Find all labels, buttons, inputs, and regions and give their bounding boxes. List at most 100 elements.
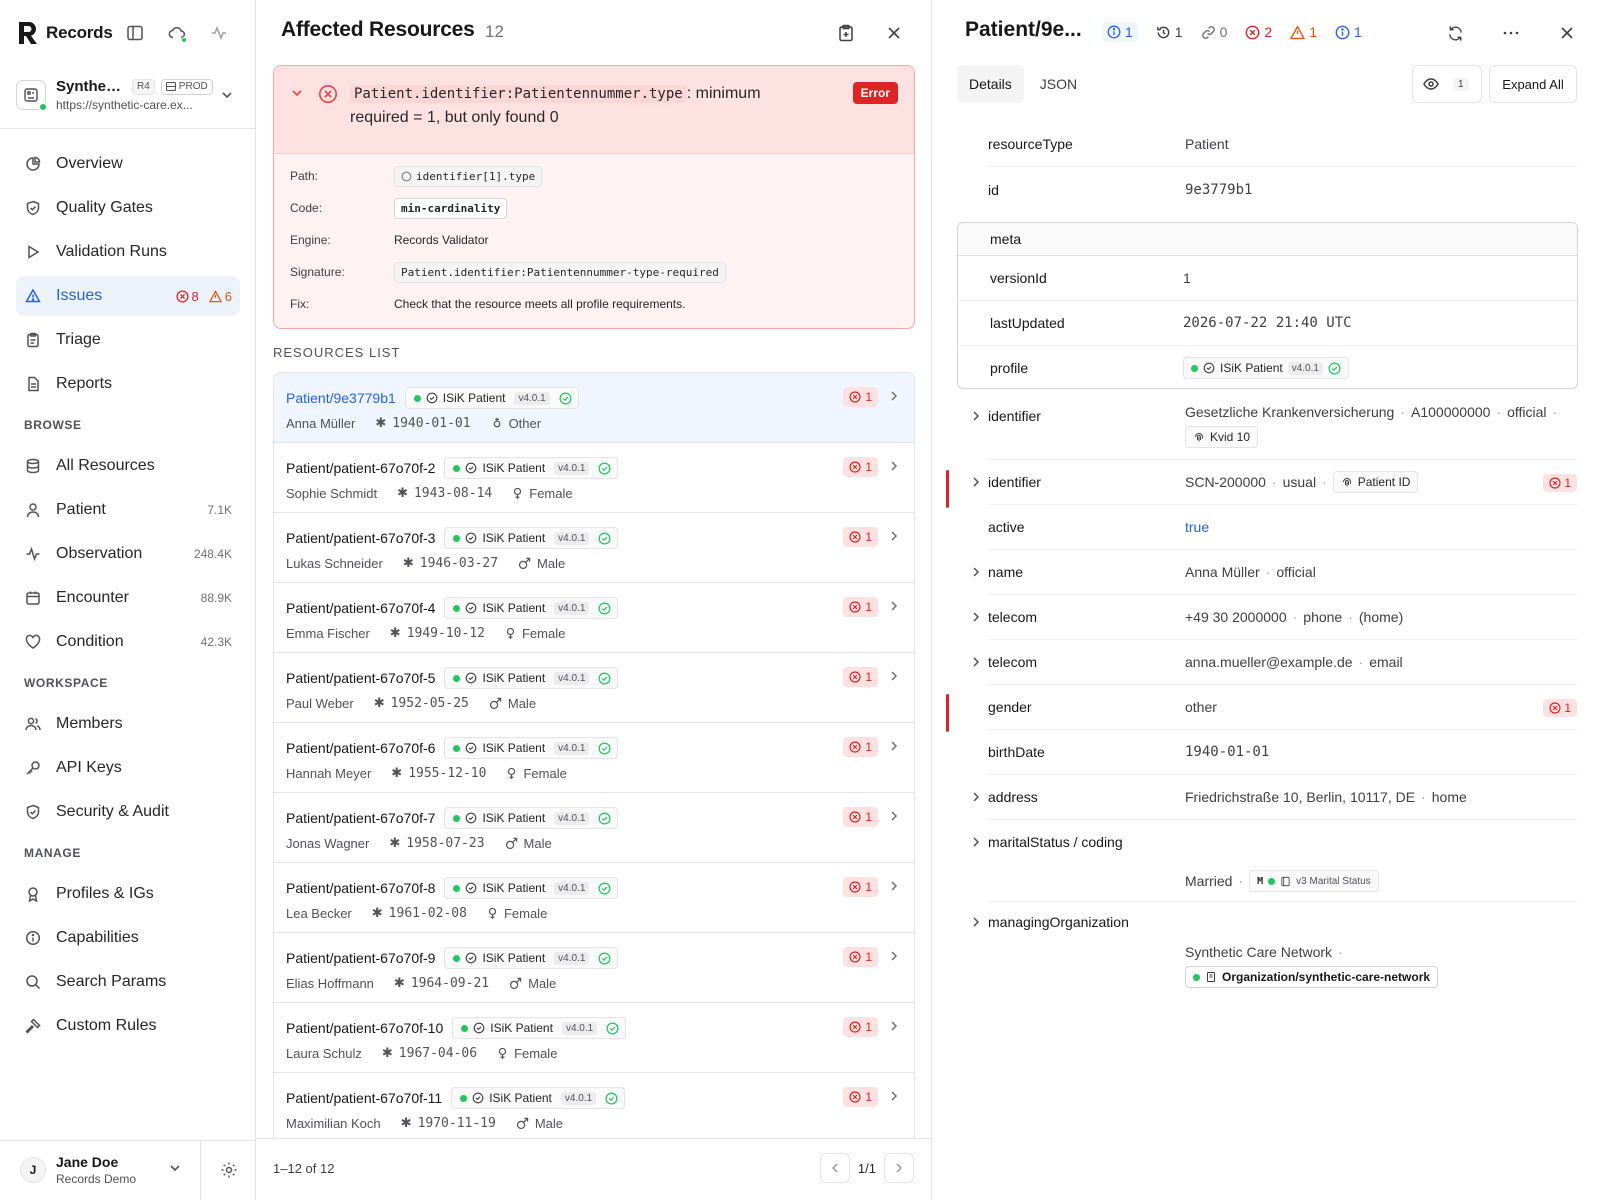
profile-chip[interactable]: ISiK Patient v4.0.1 [451,1087,626,1109]
resource-id[interactable]: Patient/patient-67o70f-4 ISiK Patient v4.0… [286,597,619,619]
error-count[interactable]: 2 [1245,24,1272,40]
nav-members[interactable]: Members [16,704,240,744]
profile-chip[interactable]: ISiK Patient v4.0.1 [444,527,619,549]
resource-id[interactable]: Patient/patient-67o70f-3 ISiK Patient v4.0… [286,527,619,549]
resource-id[interactable]: Patient/patient-67o70f-5 ISiK Patient v4.0… [286,667,619,689]
resource-id[interactable]: Patient/patient-67o70f-7 ISiK Patient v4.0… [286,807,619,829]
row-error-badge[interactable]: 1 [843,1017,878,1037]
chevron-down-icon[interactable] [168,1161,182,1175]
row-error-badge[interactable]: 1 [843,737,878,757]
copy-clipboard-icon[interactable] [833,20,859,46]
row-error-badge[interactable]: 1 [843,387,878,407]
resource-id[interactable]: Patient/patient-67o70f-11 ISiK Patient v4.… [286,1087,626,1109]
prev-page-button[interactable] [819,1153,850,1183]
profile-chip[interactable]: ISiK Patient v4.0.1 [444,807,619,829]
resource-row[interactable]: Patient/patient-67o70f-6 ISiK Patient v4.0… [274,723,914,793]
expand-all-button[interactable]: Expand All [1489,65,1577,103]
profile-chip[interactable]: ISiK Patient v4.0.1 [444,737,619,759]
resource-row[interactable]: Patient/patient-67o70f-11 ISiK Patient v4.… [274,1073,914,1138]
resource-row[interactable]: Patient/9e3779b1 ISiK Patient v4.0.1 Anna M… [274,373,914,443]
profile-chip[interactable]: ISiK Patient v4.0.1 [444,947,619,969]
chevron-right-icon[interactable] [888,390,900,402]
resource-row[interactable]: Patient/patient-67o70f-3 ISiK Patient v4.0… [274,513,914,583]
resource-row[interactable]: Patient/patient-67o70f-7 ISiK Patient v4.0… [274,793,914,863]
nav-overview[interactable]: Overview [16,144,240,184]
nav-triage[interactable]: Triage [16,320,240,360]
nav-custom-rules[interactable]: Custom Rules [16,1006,240,1046]
row-error-badge[interactable]: 1 [843,807,878,827]
resource-row[interactable]: Patient/patient-67o70f-9 ISiK Patient v4.0… [274,933,914,1003]
resource-row[interactable]: Patient/patient-67o70f-4 ISiK Patient v4.0… [274,583,914,653]
resource-id[interactable]: Patient/patient-67o70f-10 ISiK Patient v4.… [286,1017,627,1039]
resource-id[interactable]: Patient/patient-67o70f-6 ISiK Patient v4.0… [286,737,619,759]
resource-row[interactable]: Patient/patient-67o70f-5 ISiK Patient v4.0… [274,653,914,723]
field-identifier-2[interactable]: identifier SCN-200000 · usual · Patient ID 1 [946,460,1577,508]
next-page-button[interactable] [884,1153,914,1183]
field-marital-status[interactable]: maritalStatus / coding Married · Mv3 Marit… [973,820,1577,902]
nav-api-keys[interactable]: API Keys [16,748,240,788]
row-error-badge[interactable]: 1 [843,597,878,617]
visibility-button[interactable]: 1 [1412,65,1482,103]
chevron-right-icon[interactable] [888,460,900,472]
nav-condition[interactable]: Condition 42.3K [16,622,240,662]
field-identifier-1[interactable]: identifier Gesetzliche Krankenversicheru… [973,396,1577,460]
row-error-badge[interactable]: 1 [843,947,878,967]
user-name[interactable]: Jane Doe [56,1154,118,1170]
nav-patient[interactable]: Patient 7.1K [16,490,240,530]
nav-observation[interactable]: Observation 248.4K [16,534,240,574]
nav-encounter[interactable]: Encounter 88.9K [16,578,240,618]
tab-json[interactable]: JSON [1028,65,1089,103]
profile-chip[interactable]: ISiK Patient v4.0.1 [1183,357,1349,379]
chevron-right-icon[interactable] [888,740,900,752]
profile-chip[interactable]: ISiK Patient v4.0.1 [444,597,619,619]
issue-header[interactable]: Patient.identifier:Patientennummer.type:… [274,66,914,154]
info-count[interactable]: 1 [1335,24,1362,40]
refresh-icon[interactable] [1442,20,1468,46]
row-error-badge[interactable]: 1 [843,457,878,477]
nav-quality-gates[interactable]: Quality Gates [16,188,240,228]
chevron-right-icon[interactable] [888,670,900,682]
resource-row[interactable]: Patient/patient-67o70f-8 ISiK Patient v4.0… [274,863,914,933]
nav-capabilities[interactable]: Capabilities [16,918,240,958]
field-telecom-1[interactable]: telecom +49 30 2000000 · phone · (home) [973,595,1577,640]
chevron-right-icon[interactable] [888,1020,900,1032]
cloud-status-icon[interactable] [166,22,188,44]
nav-reports[interactable]: Reports [16,364,240,404]
field-telecom-2[interactable]: telecom anna.mueller@example.de · email [973,640,1577,685]
links-count[interactable]: 0 [1201,24,1227,40]
field-managing-organization[interactable]: managingOrganization Synthetic Care Netw… [973,902,1577,992]
nav-profiles-igs[interactable]: Profiles & IGs [16,874,240,914]
resource-id[interactable]: Patient/patient-67o70f-8 ISiK Patient v4.0… [286,877,619,899]
profile-chip[interactable]: ISiK Patient v4.0.1 [444,667,619,689]
resource-id[interactable]: Patient/patient-67o70f-9 ISiK Patient v4.0… [286,947,619,969]
chevron-down-icon[interactable] [290,86,304,100]
chevron-right-icon[interactable] [888,600,900,612]
chevron-right-icon[interactable] [888,530,900,542]
profile-chip[interactable]: ISiK Patient v4.0.1 [452,1017,627,1039]
brand[interactable]: Records [16,18,113,48]
row-error-badge[interactable]: 1 [843,1087,878,1107]
chevron-right-icon[interactable] [888,950,900,962]
resource-id[interactable]: Patient/patient-67o70f-2 ISiK Patient v4.0… [286,457,619,479]
warning-count[interactable]: 1 [1290,24,1317,40]
project-switcher[interactable]: Syntheti... R4 PROD https://synthetic-ca… [16,70,244,124]
resource-row[interactable]: Patient/patient-67o70f-10 ISiK Patient v4.… [274,1003,914,1073]
path-chip[interactable]: identifier[1].type [394,165,543,187]
history-count[interactable]: 1 [1156,24,1183,40]
info-count-badge[interactable]: 1 [1102,22,1138,42]
row-error-badge[interactable]: 1 [843,527,878,547]
chevron-right-icon[interactable] [888,810,900,822]
chevron-right-icon[interactable] [888,1090,900,1102]
organization-reference-chip[interactable]: Organization/synthetic-care-network [1185,966,1439,988]
more-options-icon[interactable] [1498,20,1524,46]
resource-id[interactable]: Patient/9e3779b1 ISiK Patient v4.0.1 [286,387,579,409]
profile-chip[interactable]: ISiK Patient v4.0.1 [444,457,619,479]
activity-icon[interactable] [208,22,230,44]
chevron-right-icon[interactable] [888,880,900,892]
nav-search-params[interactable]: Search Params [16,962,240,1002]
field-name[interactable]: name Anna Müller · official [973,550,1577,595]
avatar[interactable]: J [20,1157,46,1183]
gear-icon[interactable] [220,1161,238,1179]
resource-row[interactable]: Patient/patient-67o70f-2 ISiK Patient v4.0… [274,443,914,513]
tab-details[interactable]: Details [957,65,1024,103]
